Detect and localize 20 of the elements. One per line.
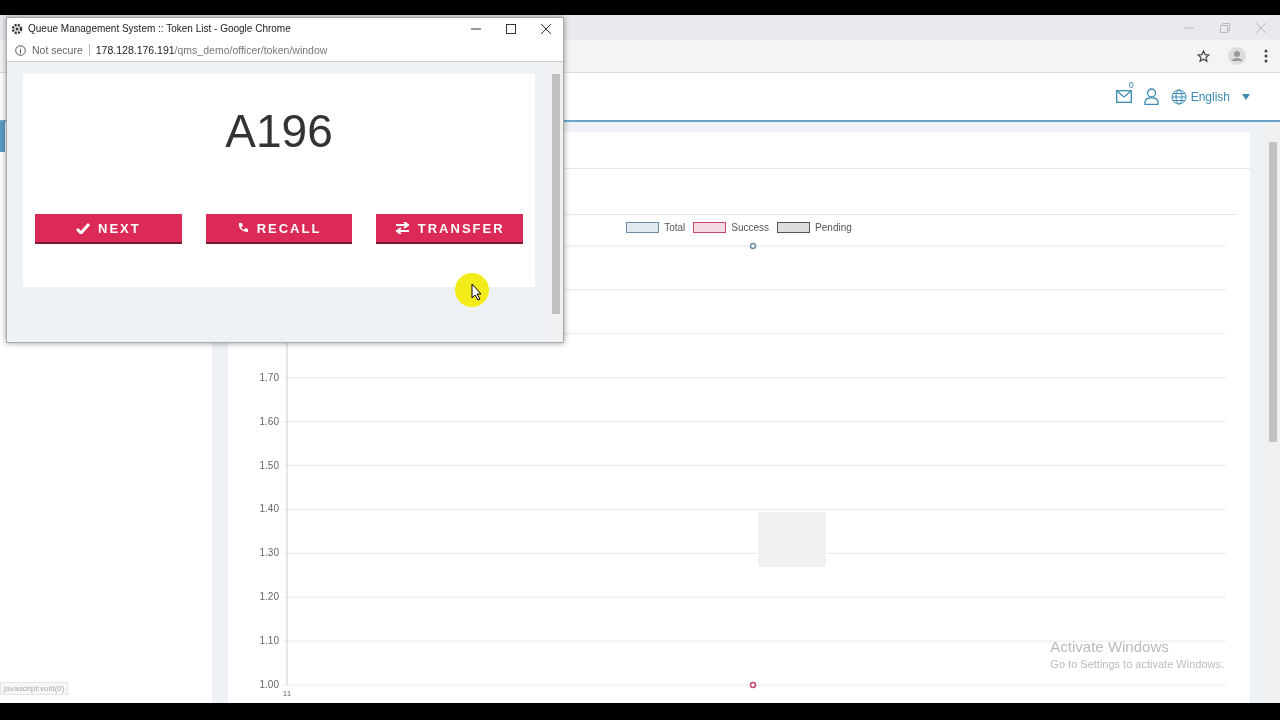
y-tick-label: 1.40 bbox=[259, 503, 279, 515]
notification-count: 0 bbox=[1128, 80, 1134, 90]
window-title: Queue Management System :: Token List - Google Chrome bbox=[28, 23, 292, 34]
y-tick-label: 1.50 bbox=[259, 459, 279, 471]
activation-title: Activate Windows bbox=[1050, 638, 1170, 655]
activation-message: Go to Settings to activate Windows. bbox=[1050, 658, 1224, 670]
legend-label: Success bbox=[731, 221, 770, 233]
x-tick-label: 11 bbox=[282, 689, 292, 697]
y-tick-label: 1.00 bbox=[259, 679, 279, 690]
url-text: 178.128.176.191/qms_demo/officer/token/window bbox=[95, 44, 328, 56]
legend-label: Total bbox=[664, 221, 686, 233]
y-tick-label: 1.70 bbox=[259, 371, 279, 383]
status-url: javascript:void(0) bbox=[0, 682, 69, 695]
token-number: A196 bbox=[225, 104, 333, 159]
y-tick-label: 1.30 bbox=[259, 547, 279, 559]
security-label: Not secure bbox=[32, 44, 83, 56]
y-tick-label: 1.20 bbox=[259, 591, 279, 603]
y-tick-label: 1.60 bbox=[259, 415, 279, 427]
legend-label: Pending bbox=[815, 221, 852, 233]
y-tick-label: 1.10 bbox=[259, 635, 279, 647]
